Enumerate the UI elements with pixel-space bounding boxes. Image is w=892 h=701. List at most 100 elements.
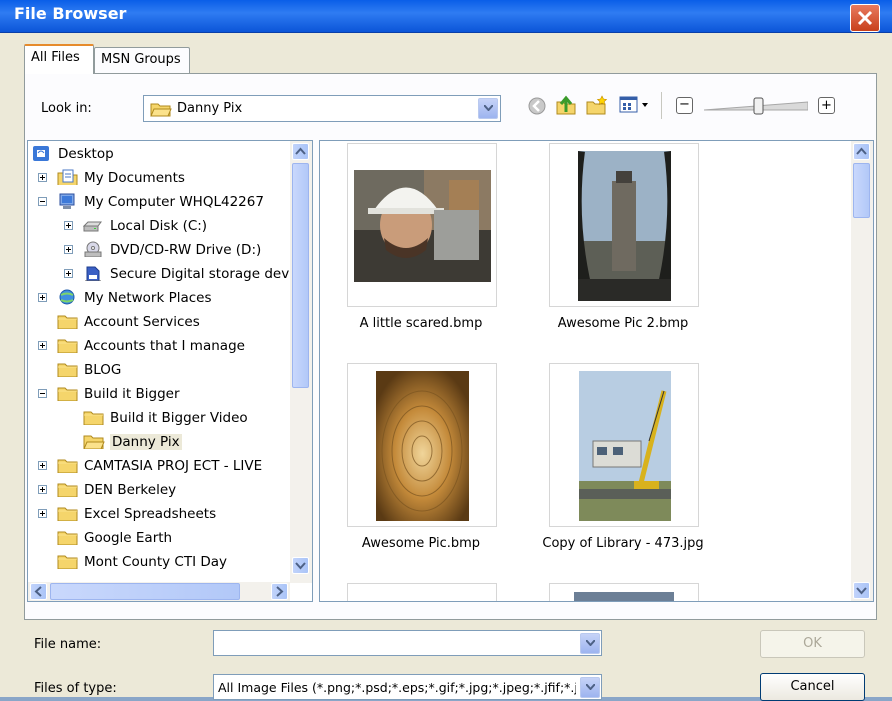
- tree-item-mont-county-cti-day[interactable]: Mont County CTI Day: [28, 551, 288, 573]
- file-name-label: Awesome Pic.bmp: [361, 536, 481, 551]
- chevron-down-icon: [586, 684, 595, 690]
- file-name-label: A little scared.bmp: [359, 316, 483, 331]
- expand-icon[interactable]: [38, 341, 47, 350]
- tree-item-build-it-bigger-video[interactable]: Build it Bigger Video: [28, 407, 288, 429]
- dvd-icon: [84, 241, 102, 257]
- tree-item-my-computer-whql42267[interactable]: My Computer WHQL42267: [28, 191, 288, 213]
- tree-item-google-earth[interactable]: Google Earth: [28, 527, 288, 549]
- file-item[interactable]: Copy of Library - 473.jpg: [522, 361, 724, 561]
- collapse-icon[interactable]: [38, 389, 47, 398]
- tree-item-label: DEN Berkeley: [84, 482, 177, 498]
- tree-item-danny-pix[interactable]: Danny Pix: [28, 431, 288, 453]
- tree-scroll-up-button[interactable]: [292, 143, 309, 160]
- tree-horizontal-scrollbar[interactable]: [28, 582, 290, 601]
- photo-atrium: [376, 371, 469, 521]
- files-of-type-dropdown-arrow[interactable]: [580, 677, 600, 698]
- views-menu-button[interactable]: [619, 95, 653, 115]
- tree-hscroll-thumb[interactable]: [50, 583, 240, 600]
- sd-card-icon: [85, 266, 101, 281]
- view-vertical-scrollbar[interactable]: [851, 141, 873, 601]
- desktop-icon: [33, 146, 49, 161]
- network-icon: [59, 289, 75, 305]
- zoom-slider-track: [703, 97, 809, 115]
- file-thumbnail-view[interactable]: A little scared.bmp Awesome Pic 2.bmp Aw…: [319, 140, 874, 602]
- folder-icon: [57, 531, 78, 545]
- tree-item-excel-spreadsheets[interactable]: Excel Spreadsheets: [28, 503, 288, 525]
- file-name-dropdown-arrow[interactable]: [580, 633, 600, 654]
- file-thumbnail[interactable]: [347, 583, 497, 601]
- back-icon[interactable]: [527, 96, 547, 116]
- chevron-up-icon: [295, 147, 306, 155]
- file-thumbnail: [549, 143, 699, 307]
- tree-scroll-down-button[interactable]: [292, 557, 309, 574]
- tree-item-den-berkeley[interactable]: DEN Berkeley: [28, 479, 288, 501]
- files-of-type-dropdown[interactable]: All Image Files (*.png;*.psd;*.eps;*.gif…: [213, 674, 602, 700]
- file-item[interactable]: Awesome Pic 2.bmp: [522, 141, 724, 341]
- tree-item-account-services[interactable]: Account Services: [28, 311, 288, 333]
- tree-item-camtasia-proj-ect-live[interactable]: CAMTASIA PROJ ECT - LIVE: [28, 455, 288, 477]
- zoom-in-label: +: [821, 98, 832, 113]
- expand-icon[interactable]: [64, 221, 73, 230]
- tree-scroll-thumb[interactable]: [292, 163, 309, 388]
- folder-icon: [57, 363, 78, 377]
- tree-vertical-scrollbar[interactable]: [290, 141, 312, 583]
- view-scroll-up-button[interactable]: [853, 143, 870, 160]
- expand-icon[interactable]: [38, 461, 47, 470]
- tab-msn-groups[interactable]: MSN Groups: [94, 47, 190, 73]
- cancel-button-label: Cancel: [790, 679, 835, 694]
- file-thumbnail[interactable]: [549, 583, 699, 601]
- file-name-input[interactable]: [217, 633, 577, 652]
- tree-item-build-it-bigger[interactable]: Build it Bigger: [28, 383, 288, 405]
- tree-item-label: My Network Places: [84, 290, 212, 306]
- title-bar[interactable]: File Browser: [0, 0, 892, 33]
- expand-icon[interactable]: [38, 509, 47, 518]
- tree-item-accounts-that-i-manage[interactable]: Accounts that I manage: [28, 335, 288, 357]
- file-thumbnail: [347, 143, 497, 307]
- zoom-out-label: −: [679, 97, 690, 112]
- tree-item-label: Danny Pix: [110, 434, 182, 450]
- view-scroll-thumb[interactable]: [853, 163, 870, 218]
- file-item[interactable]: A little scared.bmp: [320, 141, 522, 341]
- expand-icon[interactable]: [64, 269, 73, 278]
- file-name-label: Copy of Library - 473.jpg: [542, 536, 704, 551]
- tree-item-secure-digital-storage-devi[interactable]: Secure Digital storage devi: [28, 263, 293, 285]
- expand-icon[interactable]: [38, 293, 47, 302]
- file-thumbnail: [347, 363, 497, 527]
- zoom-in-button[interactable]: +: [818, 97, 835, 114]
- zoom-slider[interactable]: [703, 97, 809, 115]
- ok-button-label: OK: [803, 636, 822, 651]
- view-scroll-down-button[interactable]: [853, 582, 870, 599]
- new-folder-icon[interactable]: [585, 94, 609, 116]
- file-browser-window: File Browser All Files MSN Groups Look i…: [0, 0, 892, 701]
- tree-item-dvd-cd-rw-drive-d[interactable]: DVD/CD-RW Drive (D:): [28, 239, 288, 261]
- ok-button[interactable]: OK: [760, 630, 865, 658]
- expand-icon[interactable]: [64, 245, 73, 254]
- collapse-icon[interactable]: [38, 197, 47, 206]
- file-item[interactable]: Awesome Pic.bmp: [320, 361, 522, 561]
- look-in-dropdown[interactable]: Danny Pix: [143, 95, 501, 122]
- tree-item-desktop[interactable]: Desktop: [28, 143, 288, 165]
- thumbnail-view-icon: [619, 96, 648, 113]
- up-folder-icon[interactable]: [555, 94, 577, 116]
- folder-tree[interactable]: Desktop My Documents My Computer WHQL42267…: [27, 140, 313, 602]
- close-icon: [857, 10, 873, 26]
- tree-item-label: Desktop: [58, 146, 114, 162]
- look-in-dropdown-arrow[interactable]: [478, 98, 498, 119]
- tree-item-my-documents[interactable]: My Documents: [28, 167, 288, 189]
- folder-open-icon: [150, 103, 172, 117]
- tab-all-files[interactable]: All Files: [24, 44, 94, 74]
- folder-icon: [57, 315, 78, 329]
- tree-item-my-network-places[interactable]: My Network Places: [28, 287, 288, 309]
- folder-icon: [57, 483, 78, 497]
- tree-scroll-right-button[interactable]: [271, 583, 288, 600]
- tree-item-label: BLOG: [84, 362, 122, 378]
- tree-item-blog[interactable]: BLOG: [28, 359, 288, 381]
- expand-icon[interactable]: [38, 173, 47, 182]
- close-button[interactable]: [850, 4, 880, 32]
- zoom-out-button[interactable]: −: [676, 97, 693, 114]
- folder-icon: [57, 555, 78, 569]
- expand-icon[interactable]: [38, 485, 47, 494]
- tree-item-local-disk-c[interactable]: Local Disk (C:): [28, 215, 288, 237]
- file-name-combo[interactable]: [213, 630, 602, 656]
- tree-scroll-left-button[interactable]: [30, 583, 47, 600]
